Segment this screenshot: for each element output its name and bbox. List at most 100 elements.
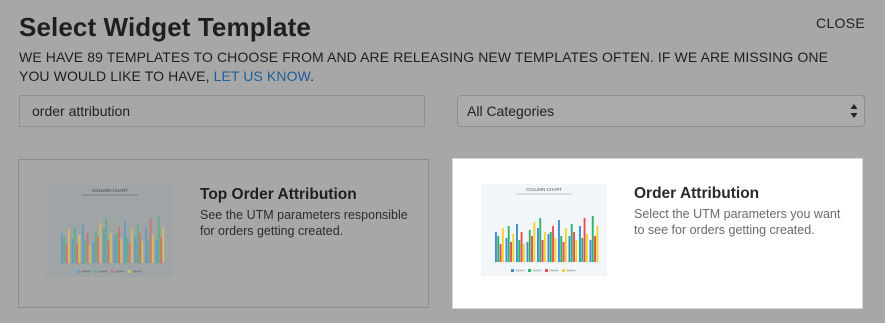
thumbnail-bar bbox=[139, 233, 141, 263]
thumbnail-legend-label bbox=[115, 270, 125, 273]
thumbnail-bar bbox=[516, 224, 518, 262]
thumbnail-bar bbox=[564, 228, 567, 262]
thumbnail-bar bbox=[499, 244, 502, 262]
thumbnail-bar bbox=[162, 227, 165, 263]
thumbnail-legend-label bbox=[549, 269, 559, 272]
template-card-order-attribution[interactable]: COLUMN CHART Order Attribution Select th… bbox=[452, 158, 863, 309]
thumbnail-legend-swatch bbox=[545, 269, 548, 272]
intro-text: We have 89 templates to choose from and … bbox=[19, 48, 859, 86]
thumbnail-bar bbox=[65, 245, 68, 263]
thumbnail-bar bbox=[141, 241, 144, 263]
thumbnail-legend-swatch bbox=[77, 270, 80, 273]
thumbnail-bar bbox=[151, 235, 154, 263]
thumbnail-bar bbox=[157, 217, 160, 263]
search-input[interactable] bbox=[19, 95, 425, 127]
thumbnail-bar bbox=[149, 219, 152, 263]
thumbnail-bar bbox=[510, 242, 512, 262]
thumbnail-bar bbox=[118, 227, 120, 263]
thumbnail-bar bbox=[103, 229, 105, 263]
column-chart-thumbnail: COLUMN CHART bbox=[47, 185, 173, 277]
let-us-know-link[interactable]: LET US KNOW bbox=[214, 68, 311, 84]
thumbnail-bar bbox=[136, 225, 139, 263]
thumbnail-bar bbox=[84, 241, 87, 263]
thumbnail-legend-label bbox=[515, 269, 525, 272]
thumbnail-bar bbox=[497, 236, 500, 262]
thumbnail-bar bbox=[560, 236, 563, 262]
close-button[interactable]: CLOSE bbox=[816, 15, 865, 31]
thumbnail-bar bbox=[568, 236, 571, 262]
thumbnail-bar bbox=[107, 241, 110, 263]
thumbnail-bar bbox=[570, 224, 573, 262]
thumbnail-legend-label bbox=[98, 270, 108, 273]
thumbnail-bar bbox=[113, 235, 116, 263]
category-select-value: All Categories bbox=[467, 103, 555, 119]
thumbnail-bar bbox=[99, 223, 102, 263]
thumbnail-bar bbox=[88, 245, 91, 263]
thumbnail-bar bbox=[554, 238, 557, 262]
thumbnail-legend-label bbox=[566, 269, 576, 272]
thumbnail-bar bbox=[596, 226, 599, 262]
thumbnail-bar bbox=[543, 232, 546, 262]
thumbnail-bar bbox=[512, 234, 515, 262]
thumbnail-bar bbox=[581, 238, 584, 262]
thumbnail-bar bbox=[78, 235, 81, 263]
thumbnail-bar bbox=[537, 228, 539, 262]
thumbnail-bar bbox=[579, 226, 581, 262]
thumbnail-bar bbox=[82, 225, 84, 263]
thumbnail-bar bbox=[558, 220, 560, 262]
thumbnail-bar bbox=[105, 219, 108, 263]
thumbnail-bar bbox=[507, 226, 510, 262]
thumbnail-bar bbox=[547, 234, 550, 262]
thumbnail-bar bbox=[61, 233, 63, 263]
thumbnail-bar bbox=[505, 238, 508, 262]
thumbnail-bar bbox=[147, 239, 150, 263]
column-chart-thumbnail: COLUMN CHART bbox=[481, 184, 607, 276]
thumbnail-bar bbox=[518, 240, 521, 262]
template-description: Select the UTM parameters you want to se… bbox=[634, 207, 841, 237]
thumbnail-bar bbox=[134, 237, 137, 263]
thumbnail-bar bbox=[533, 222, 536, 262]
thumbnail-legend-swatch bbox=[511, 269, 514, 272]
thumbnail-bar bbox=[145, 227, 147, 263]
thumbnail-legend-swatch bbox=[562, 269, 565, 272]
thumbnail-legend-swatch bbox=[528, 269, 531, 272]
thumbnail-title: COLUMN CHART bbox=[92, 188, 128, 193]
thumbnail-bar bbox=[583, 218, 586, 262]
thumbnail-bar bbox=[128, 243, 131, 263]
thumbnail-bar bbox=[92, 243, 95, 263]
thumbnail-bar bbox=[522, 244, 525, 262]
thumbnail-bar bbox=[73, 227, 76, 263]
thumbnail-bar bbox=[528, 230, 531, 262]
thumbnail-bar bbox=[575, 240, 578, 262]
thumbnail-title: COLUMN CHART bbox=[526, 187, 562, 192]
template-description: See the UTM parameters responsible for o… bbox=[200, 208, 408, 238]
thumbnail-bar bbox=[520, 232, 523, 262]
thumbnail-bar bbox=[120, 239, 123, 263]
select-arrows-icon bbox=[850, 104, 858, 118]
thumbnail-bar bbox=[552, 226, 554, 262]
template-title: Order Attribution bbox=[634, 185, 760, 202]
thumbnail-bar bbox=[71, 239, 74, 263]
thumbnail-bar bbox=[585, 234, 588, 262]
thumbnail-legend-label bbox=[132, 270, 142, 273]
thumbnail-bar bbox=[86, 233, 89, 263]
thumbnail-bar bbox=[573, 232, 575, 262]
thumbnail-bar bbox=[130, 229, 133, 263]
template-card-top-order-attribution[interactable]: COLUMN CHART Top Order Attribution See t… bbox=[18, 159, 429, 308]
thumbnail-bar bbox=[155, 241, 158, 263]
thumbnail-bar bbox=[126, 237, 129, 263]
thumbnail-bar bbox=[539, 218, 542, 262]
thumbnail-bar bbox=[97, 237, 99, 263]
thumbnail-bar bbox=[160, 237, 162, 263]
thumbnail-bar bbox=[76, 243, 78, 263]
thumbnail-bar bbox=[94, 231, 97, 263]
thumbnail-bar bbox=[495, 232, 497, 262]
thumbnail-bar bbox=[591, 216, 594, 262]
thumbnail-bar bbox=[109, 233, 112, 263]
intro-body: We have 89 templates to choose from and … bbox=[19, 49, 829, 84]
thumbnail-legend-label bbox=[81, 270, 91, 273]
thumbnail-bar bbox=[589, 240, 592, 262]
thumbnail-bar bbox=[124, 221, 126, 263]
category-select[interactable]: All Categories bbox=[457, 95, 865, 127]
thumbnail-bar bbox=[541, 240, 544, 262]
